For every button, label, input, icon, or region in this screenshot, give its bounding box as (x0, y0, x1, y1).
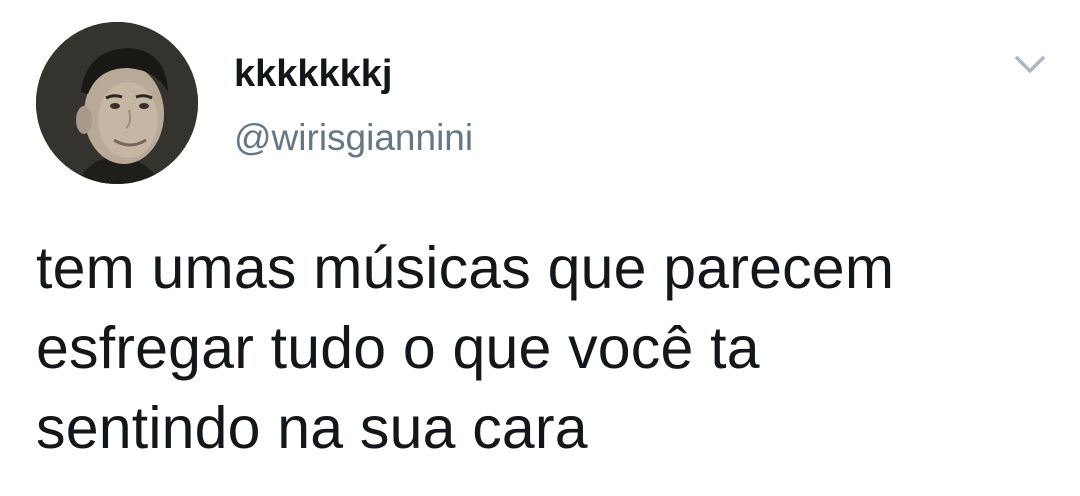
avatar[interactable] (36, 22, 198, 184)
author-display-name[interactable]: kkkkkkkj (234, 52, 393, 96)
tweet-text-line: esfregar tudo o que você ta (36, 315, 760, 381)
tweet-text-line: tem umas músicas que parecem (36, 235, 895, 301)
tweet-card: kkkkkkkj @wirisgiannini tem umas músicas… (0, 0, 1080, 496)
tweet-text: tem umas músicas que parecem esfregar tu… (36, 228, 1056, 468)
tweet-text-line: sentindo na sua cara (36, 395, 588, 461)
chevron-down-icon[interactable] (1010, 50, 1050, 80)
profile-photo-icon (36, 22, 198, 184)
author-handle[interactable]: @wirisgiannini (234, 116, 473, 160)
